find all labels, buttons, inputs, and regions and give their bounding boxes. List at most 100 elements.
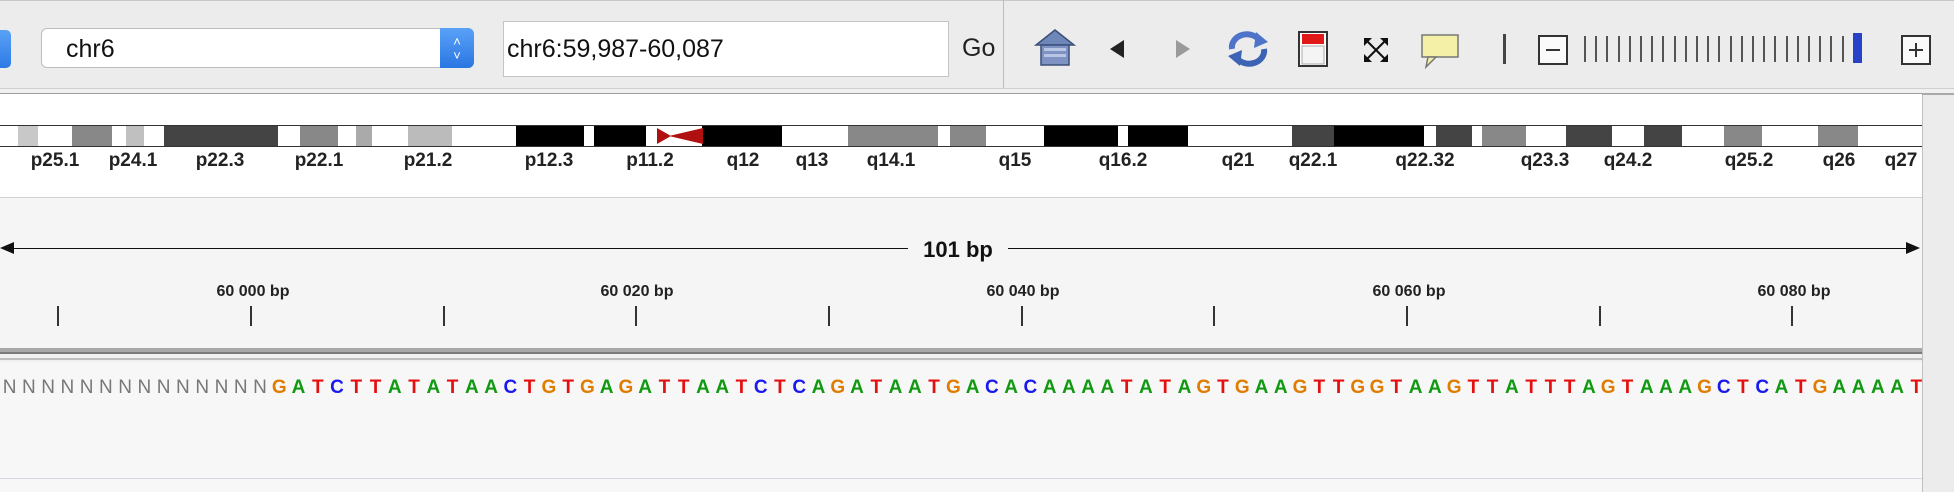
- ruler-tick-label: 60 040 bp: [986, 283, 1060, 300]
- span-arrow-right: [1906, 242, 1920, 254]
- sequence-base: T: [1486, 377, 1499, 398]
- sequence-base: A: [464, 377, 479, 398]
- sequence-base: A: [1890, 377, 1904, 398]
- zoom-out-icon[interactable]: [1538, 35, 1568, 65]
- chromosome-ideogram[interactable]: [0, 125, 1922, 147]
- toolbar-top-border: [0, 0, 1954, 1]
- cytoband: [112, 126, 126, 146]
- cytoband: [1612, 126, 1644, 146]
- home-icon[interactable]: [1034, 28, 1076, 68]
- sequence-base: A: [426, 377, 441, 398]
- sequence-base: T: [369, 377, 382, 398]
- sequence-base: G: [580, 377, 595, 398]
- sequence-base: A: [1582, 377, 1596, 398]
- sequence-base: T: [350, 377, 363, 398]
- sequence-base: T: [523, 377, 536, 398]
- sequence-base: N: [176, 377, 190, 398]
- cytoband: [702, 126, 782, 146]
- cytoband: [1292, 126, 1334, 146]
- cytoband: [300, 126, 338, 146]
- region-of-interest-icon[interactable]: [1297, 30, 1329, 68]
- zoom-slider-thumb[interactable]: [1853, 33, 1862, 63]
- back-icon[interactable]: [1108, 39, 1126, 59]
- band-label: q23.3: [1520, 150, 1570, 171]
- sequence-base: A: [484, 377, 498, 398]
- band-label: q25.2: [1724, 150, 1774, 171]
- forward-icon: [1176, 40, 1190, 58]
- sequence-base: T: [677, 377, 690, 398]
- right-scroll-gutter[interactable]: [1922, 93, 1954, 492]
- popup-info-icon[interactable]: [1420, 33, 1460, 69]
- sequence-base: A: [1081, 377, 1095, 398]
- zoom-slider-tick: [1718, 36, 1721, 62]
- ruler-tick: [57, 306, 59, 326]
- cytoband: [848, 126, 938, 146]
- band-label: q27: [1884, 150, 1918, 171]
- cytoband: [1682, 126, 1724, 146]
- band-label: q13: [795, 150, 829, 171]
- zoom-slider-tick: [1684, 36, 1687, 62]
- band-label: q22.32: [1395, 150, 1455, 171]
- sequence-base: N: [21, 377, 36, 398]
- zoom-slider-tick: [1595, 36, 1598, 62]
- go-button[interactable]: Go: [962, 34, 995, 63]
- sequence-base: T: [1313, 377, 1326, 398]
- cytoband: [1644, 126, 1682, 146]
- zoom-slider-tick: [1617, 36, 1620, 62]
- zoom-slider[interactable]: [1584, 36, 1850, 62]
- sequence-base: A: [1851, 377, 1866, 398]
- sequence-base: A: [1139, 377, 1153, 398]
- sequence-base: A: [1177, 377, 1192, 398]
- cytoband: [0, 126, 18, 146]
- cytoband: [408, 126, 452, 146]
- sequence-base: N: [2, 377, 17, 398]
- sequence-base: A: [888, 377, 903, 398]
- band-label: q22.1: [1288, 150, 1338, 171]
- chromosome-select[interactable]: chr6 ˄ ˅: [41, 28, 474, 68]
- cytoband: [1436, 126, 1472, 146]
- sequence-base: T: [1544, 377, 1557, 398]
- cytoband: [338, 126, 356, 146]
- sequence-base: T: [774, 377, 786, 398]
- zoom-slider-tick: [1740, 36, 1743, 62]
- chromosome-select-stepper[interactable]: ˄ ˅: [440, 28, 474, 68]
- cytoband: [278, 126, 300, 146]
- cytoband: [986, 126, 1044, 146]
- genome-select-stepper[interactable]: [0, 30, 11, 68]
- sequence-base: A: [1273, 377, 1288, 398]
- cytoband: [1472, 126, 1482, 146]
- sequence-base: T: [1563, 377, 1576, 398]
- band-label: p24.1: [108, 150, 158, 171]
- ruler-tick: [443, 306, 445, 326]
- sequence-base: A: [1254, 377, 1269, 398]
- cytoband: [1858, 126, 1922, 146]
- fit-to-window-icon[interactable]: [1362, 36, 1390, 64]
- sequence-base: N: [214, 377, 229, 398]
- locus-box[interactable]: [503, 21, 949, 77]
- sequence-base: A: [1504, 377, 1519, 398]
- sequence-base: T: [311, 377, 324, 398]
- sequence-base: G: [1350, 377, 1366, 398]
- zoom-slider-tick: [1819, 36, 1822, 62]
- sequence-base: A: [965, 377, 980, 398]
- sequence-base: A: [1004, 377, 1018, 398]
- sequence-base: A: [638, 377, 653, 398]
- cytoband: [356, 126, 372, 146]
- zoom-in-icon[interactable]: [1901, 35, 1931, 65]
- cytoband: [72, 126, 112, 146]
- band-label: p11.2: [626, 150, 674, 171]
- cytoband: [938, 126, 950, 146]
- sequence-base: N: [118, 377, 132, 398]
- cytoband: [1118, 126, 1128, 146]
- cytoband: [1762, 126, 1818, 146]
- sequence-base: T: [1794, 377, 1807, 398]
- cytoband: [516, 126, 584, 146]
- refresh-icon[interactable]: [1226, 30, 1270, 68]
- sequence-base: A: [291, 377, 306, 398]
- zoom-slider-tick: [1841, 36, 1844, 62]
- sequence-base: A: [1042, 377, 1057, 398]
- chromosome-select-value: chr6: [66, 35, 115, 63]
- cytoband: [38, 126, 72, 146]
- locus-input[interactable]: [504, 22, 948, 76]
- sequence-base: T: [408, 377, 420, 398]
